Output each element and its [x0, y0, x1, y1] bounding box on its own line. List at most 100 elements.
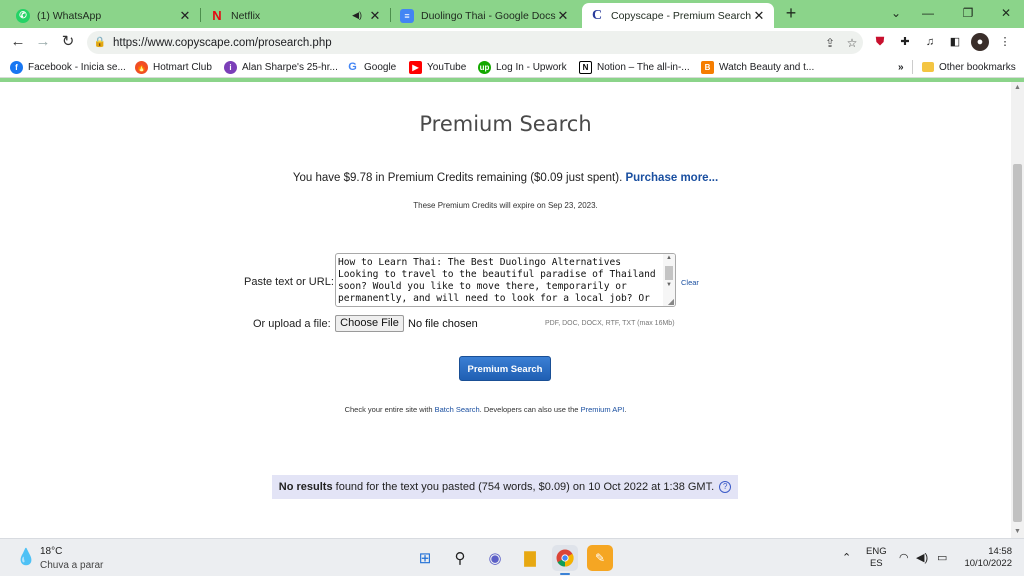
- bookmarks-overflow-button[interactable]: »: [898, 59, 904, 75]
- bookmark-blogger[interactable]: B Watch Beauty and t...: [701, 59, 814, 75]
- premium-search-button[interactable]: Premium Search: [459, 356, 551, 381]
- temperature[interactable]: 18°C: [40, 546, 62, 557]
- close-window-icon[interactable]: ✕: [994, 3, 1018, 23]
- menu-icon[interactable]: ⋮: [996, 33, 1014, 51]
- purchase-more-link[interactable]: Purchase more...: [625, 172, 718, 184]
- back-icon[interactable]: ←: [8, 32, 28, 52]
- premium-api-link[interactable]: Premium API: [581, 405, 625, 414]
- scroll-up-icon[interactable]: ▲: [663, 255, 675, 261]
- pasted-text[interactable]: How to Learn Thai: The Best Duolingo Alt…: [338, 257, 664, 305]
- app-icon-orange[interactable]: ✎: [587, 545, 613, 571]
- netflix-icon: N: [212, 8, 222, 23]
- upwork-icon: up: [478, 60, 491, 74]
- result-banner: No results found for the text you pasted…: [272, 475, 738, 499]
- system-clock[interactable]: 14:58 10/10/2022: [962, 546, 1012, 570]
- url-text[interactable]: https://www.copyscape.com/prosearch.php: [113, 37, 819, 49]
- batch-prefix: Check your entire site with: [344, 405, 433, 414]
- media-control-icon[interactable]: ♫: [921, 33, 939, 51]
- chrome-icon[interactable]: [552, 545, 578, 571]
- search-icon[interactable]: ⚲: [447, 545, 473, 571]
- help-icon[interactable]: ?: [719, 481, 732, 494]
- lang-top: ENG: [866, 546, 887, 557]
- bookmark-upwork[interactable]: up Log In - Upwork: [478, 59, 567, 75]
- resize-grip-icon[interactable]: ◢: [668, 297, 674, 306]
- forward-icon[interactable]: →: [33, 32, 53, 52]
- bookmark-label: Log In - Upwork: [496, 61, 567, 73]
- lang-bottom: ES: [869, 558, 883, 569]
- close-tab-icon[interactable]: ✕: [556, 8, 570, 24]
- tray-chevron-icon[interactable]: ⌃: [842, 551, 851, 564]
- hotmart-icon: 🔥: [135, 60, 148, 74]
- bookmark-google[interactable]: G Google: [346, 59, 396, 75]
- batch-suffix: .: [624, 405, 627, 414]
- facebook-icon: f: [10, 60, 23, 74]
- tab-separator: [390, 8, 391, 22]
- volume-icon[interactable]: ◀): [916, 551, 928, 564]
- chat-icon[interactable]: ◉: [482, 545, 508, 571]
- close-tab-icon[interactable]: ✕: [178, 8, 192, 24]
- close-tab-icon[interactable]: ✕: [752, 8, 766, 24]
- textarea-scroll-thumb[interactable]: [665, 266, 673, 280]
- share-icon[interactable]: ⇪: [819, 36, 841, 50]
- folder-icon: [922, 62, 934, 72]
- chrome-logo-icon: [556, 549, 574, 567]
- file-explorer-icon[interactable]: ▇: [517, 545, 543, 571]
- address-bar[interactable]: 🔒 https://www.copyscape.com/prosearch.ph…: [87, 31, 863, 54]
- windows-start-icon[interactable]: ⊞: [412, 545, 438, 571]
- scroll-down-icon[interactable]: ▼: [1011, 526, 1024, 538]
- choose-file-button[interactable]: Choose File: [335, 315, 404, 332]
- result-text: found for the text you pasted (754 words…: [335, 481, 715, 493]
- paste-label: Paste text or URL:: [244, 276, 334, 288]
- tab-search-icon[interactable]: ⌄: [884, 3, 908, 23]
- tab-title: (1) WhatsApp: [37, 9, 102, 22]
- bookmark-facebook[interactable]: f Facebook - Inicia se...: [10, 59, 126, 75]
- bookmark-label: Other bookmarks: [939, 61, 1016, 73]
- batch-search-link[interactable]: Batch Search: [435, 405, 480, 414]
- bookmark-star-icon[interactable]: ☆: [841, 36, 863, 50]
- wifi-icon[interactable]: ◠: [899, 551, 909, 564]
- windows-taskbar: 💧 18°C Chuva a parar ⊞ ⚲ ◉ ▇ ✎ ⌃ ENG ES …: [0, 538, 1024, 576]
- page-scroll-thumb[interactable]: [1013, 164, 1022, 522]
- bookmark-youtube[interactable]: ▶ YouTube: [409, 59, 466, 75]
- bookmark-alan-sharpe[interactable]: i Alan Sharpe's 25-hr...: [224, 59, 338, 75]
- tab-separator: [200, 8, 201, 22]
- extensions-icon[interactable]: ✚: [896, 33, 914, 51]
- rain-weather-icon[interactable]: 💧: [16, 547, 36, 569]
- restore-icon[interactable]: ❐: [956, 3, 980, 23]
- tab-copyscape[interactable]: C Copyscape - Premium Search ✕: [582, 3, 774, 28]
- tab-netflix[interactable]: N Netflix ◀) ✕: [202, 3, 390, 28]
- bookmark-label: YouTube: [427, 61, 467, 73]
- paste-text-area[interactable]: How to Learn Thai: The Best Duolingo Alt…: [335, 253, 676, 307]
- language-indicator[interactable]: ENG ES: [866, 546, 887, 570]
- tab-whatsapp[interactable]: ✆ (1) WhatsApp ✕: [8, 3, 200, 28]
- bookmark-label: Facebook - Inicia se...: [28, 61, 126, 73]
- weather-description[interactable]: Chuva a parar: [40, 560, 103, 571]
- tab-google-docs[interactable]: ≡ Duolingo Thai - Google Docs ✕: [392, 3, 578, 28]
- ublock-icon[interactable]: ⛊: [871, 33, 889, 51]
- bookmark-notion[interactable]: N Notion – The all-in-...: [579, 59, 690, 75]
- no-file-text: No file chosen: [408, 318, 478, 330]
- scroll-up-icon[interactable]: ▲: [1011, 82, 1024, 94]
- credits-text: You have $9.78 in Premium Credits remain…: [292, 172, 623, 184]
- expiry-notice: These Premium Credits will expire on Sep…: [413, 201, 598, 210]
- tab-strip: ✆ (1) WhatsApp ✕ N Netflix ◀) ✕ ≡ Duolin…: [0, 0, 1024, 28]
- clock-time: 14:58: [988, 546, 1012, 557]
- bookmark-hotmart[interactable]: 🔥 Hotmart Club: [135, 59, 212, 75]
- speaker-icon[interactable]: ◀): [352, 10, 362, 21]
- scroll-down-icon[interactable]: ▼: [663, 282, 675, 288]
- profile-avatar[interactable]: ●: [971, 33, 989, 51]
- page-scrollbar[interactable]: ▲ ▼: [1011, 82, 1024, 538]
- credits-message: You have $9.78 in Premium Credits remain…: [0, 172, 1011, 184]
- copyscape-icon: C: [591, 7, 603, 23]
- battery-icon[interactable]: ▭: [937, 551, 947, 564]
- reload-icon[interactable]: ↻: [58, 32, 78, 52]
- bookmark-label: Hotmart Club: [153, 61, 212, 73]
- lock-icon[interactable]: 🔒: [87, 37, 113, 48]
- close-tab-icon[interactable]: ✕: [368, 8, 382, 24]
- new-tab-button[interactable]: +: [781, 3, 801, 23]
- upload-label: Or upload a file:: [253, 318, 331, 330]
- other-bookmarks-folder[interactable]: Other bookmarks: [922, 59, 1016, 75]
- side-panel-icon[interactable]: ◧: [946, 33, 964, 51]
- clear-link[interactable]: Clear: [681, 278, 699, 287]
- minimize-icon[interactable]: —: [916, 3, 940, 23]
